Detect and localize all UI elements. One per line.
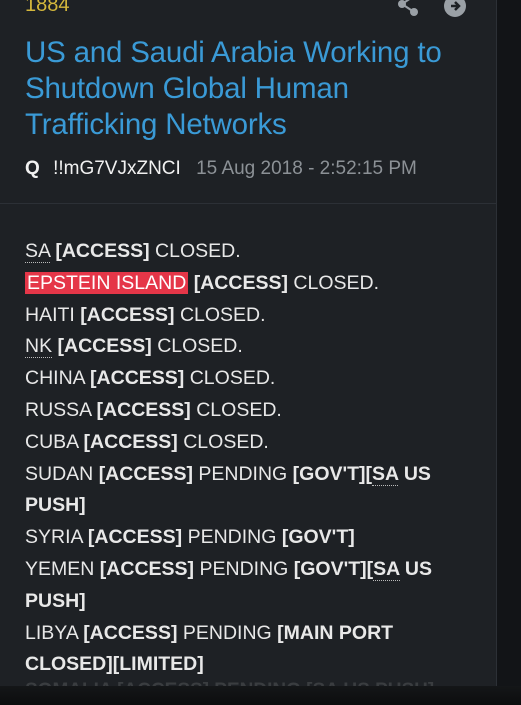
post-body: SA [ACCESS] CLOSED. EPSTEIN ISLAND [ACCE… — [25, 236, 475, 681]
status-text: PENDING — [187, 526, 277, 549]
share-icon[interactable] — [396, 0, 420, 18]
access-tag: [ACCESS] — [83, 430, 178, 453]
list-item: EPSTEIN ISLAND [ACCESS] CLOSED. — [25, 268, 475, 300]
status-text: CLOSED. — [179, 303, 266, 326]
list-item: RUSSA [ACCESS] CLOSED. — [25, 395, 475, 427]
country-name: YEMEN — [25, 557, 95, 580]
abbr-tag: SA — [372, 462, 399, 486]
country-name: SUDAN — [25, 462, 94, 485]
country-name: LIBYA — [25, 621, 78, 644]
abbr-country: NK — [25, 335, 53, 359]
access-tag: [ACCESS] — [90, 367, 185, 390]
access-tag: [ACCESS] — [98, 462, 193, 485]
list-item: CUBA [ACCESS] CLOSED. — [25, 427, 475, 459]
country-name: RUSSA — [25, 398, 92, 421]
access-tag: [ACCESS] — [83, 621, 178, 644]
background-strip — [497, 0, 521, 705]
status-text: CLOSED. — [157, 335, 243, 358]
status-text: CLOSED. — [196, 398, 282, 421]
abbr-tag: SA — [373, 557, 400, 581]
author-name: Q — [25, 158, 40, 179]
status-text: PENDING — [182, 621, 272, 644]
access-tag: [ACCESS] — [87, 526, 183, 549]
bottom-fade — [0, 686, 521, 705]
arrow-circle-icon[interactable] — [442, 0, 468, 20]
country-name: CHINA — [25, 367, 85, 390]
status-text: PENDING — [198, 462, 288, 485]
access-tag: [ACCESS] — [57, 335, 152, 358]
access-tag: [ACCESS] — [96, 398, 191, 421]
status-text: PENDING — [199, 557, 289, 580]
tag-text: [GOV'T][ — [293, 557, 374, 580]
access-tag: [ACCESS] — [80, 303, 175, 326]
country-name: CUBA — [25, 430, 79, 453]
list-item: SYRIA [ACCESS] PENDING [GOV'T] — [25, 522, 475, 554]
post-title[interactable]: US and Saudi Arabia Working to Shutdown … — [25, 35, 475, 143]
access-tag: [ACCESS] — [99, 557, 195, 580]
list-item: LIBYA [ACCESS] PENDING [MAIN PORT CLOSED… — [25, 618, 475, 682]
highlighted-country: EPSTEIN ISLAND — [25, 271, 189, 294]
tag-text: [GOV'T][ — [292, 462, 373, 485]
tripcode: !!mG7VJxZNCI — [53, 158, 181, 179]
gov-tag: [GOV'T] — [281, 526, 355, 549]
access-tag: [ACCESS] — [193, 271, 288, 294]
divider — [0, 203, 496, 204]
status-text: CLOSED. — [189, 367, 276, 390]
post-meta: Q !!mG7VJxZNCI 15 Aug 2018 - 2:52:15 PM — [25, 158, 417, 180]
status-text: CLOSED. — [293, 271, 380, 294]
post-number: 1884 — [25, 0, 70, 16]
list-item: NK [ACCESS] CLOSED. — [25, 331, 475, 363]
country-name: HAITI — [25, 303, 75, 326]
list-item: SA [ACCESS] CLOSED. — [25, 236, 475, 268]
post-timestamp: 15 Aug 2018 - 2:52:15 PM — [196, 158, 417, 179]
list-item: SUDAN [ACCESS] PENDING [GOV'T][SA US PUS… — [25, 459, 475, 523]
list-item: HAITI [ACCESS] CLOSED. — [25, 300, 475, 332]
access-tag: [ACCESS] — [55, 240, 150, 262]
list-item: YEMEN [ACCESS] PENDING [GOV'T][SA US PUS… — [25, 554, 475, 618]
list-item: CHINA [ACCESS] CLOSED. — [25, 363, 475, 395]
status-text: CLOSED. — [155, 240, 241, 262]
country-name: SYRIA — [25, 526, 83, 549]
status-text: CLOSED. — [183, 430, 269, 453]
abbr-country: SA — [25, 240, 50, 263]
post-card: 1884 US and Saudi Arabia Working to Shut… — [0, 0, 497, 705]
